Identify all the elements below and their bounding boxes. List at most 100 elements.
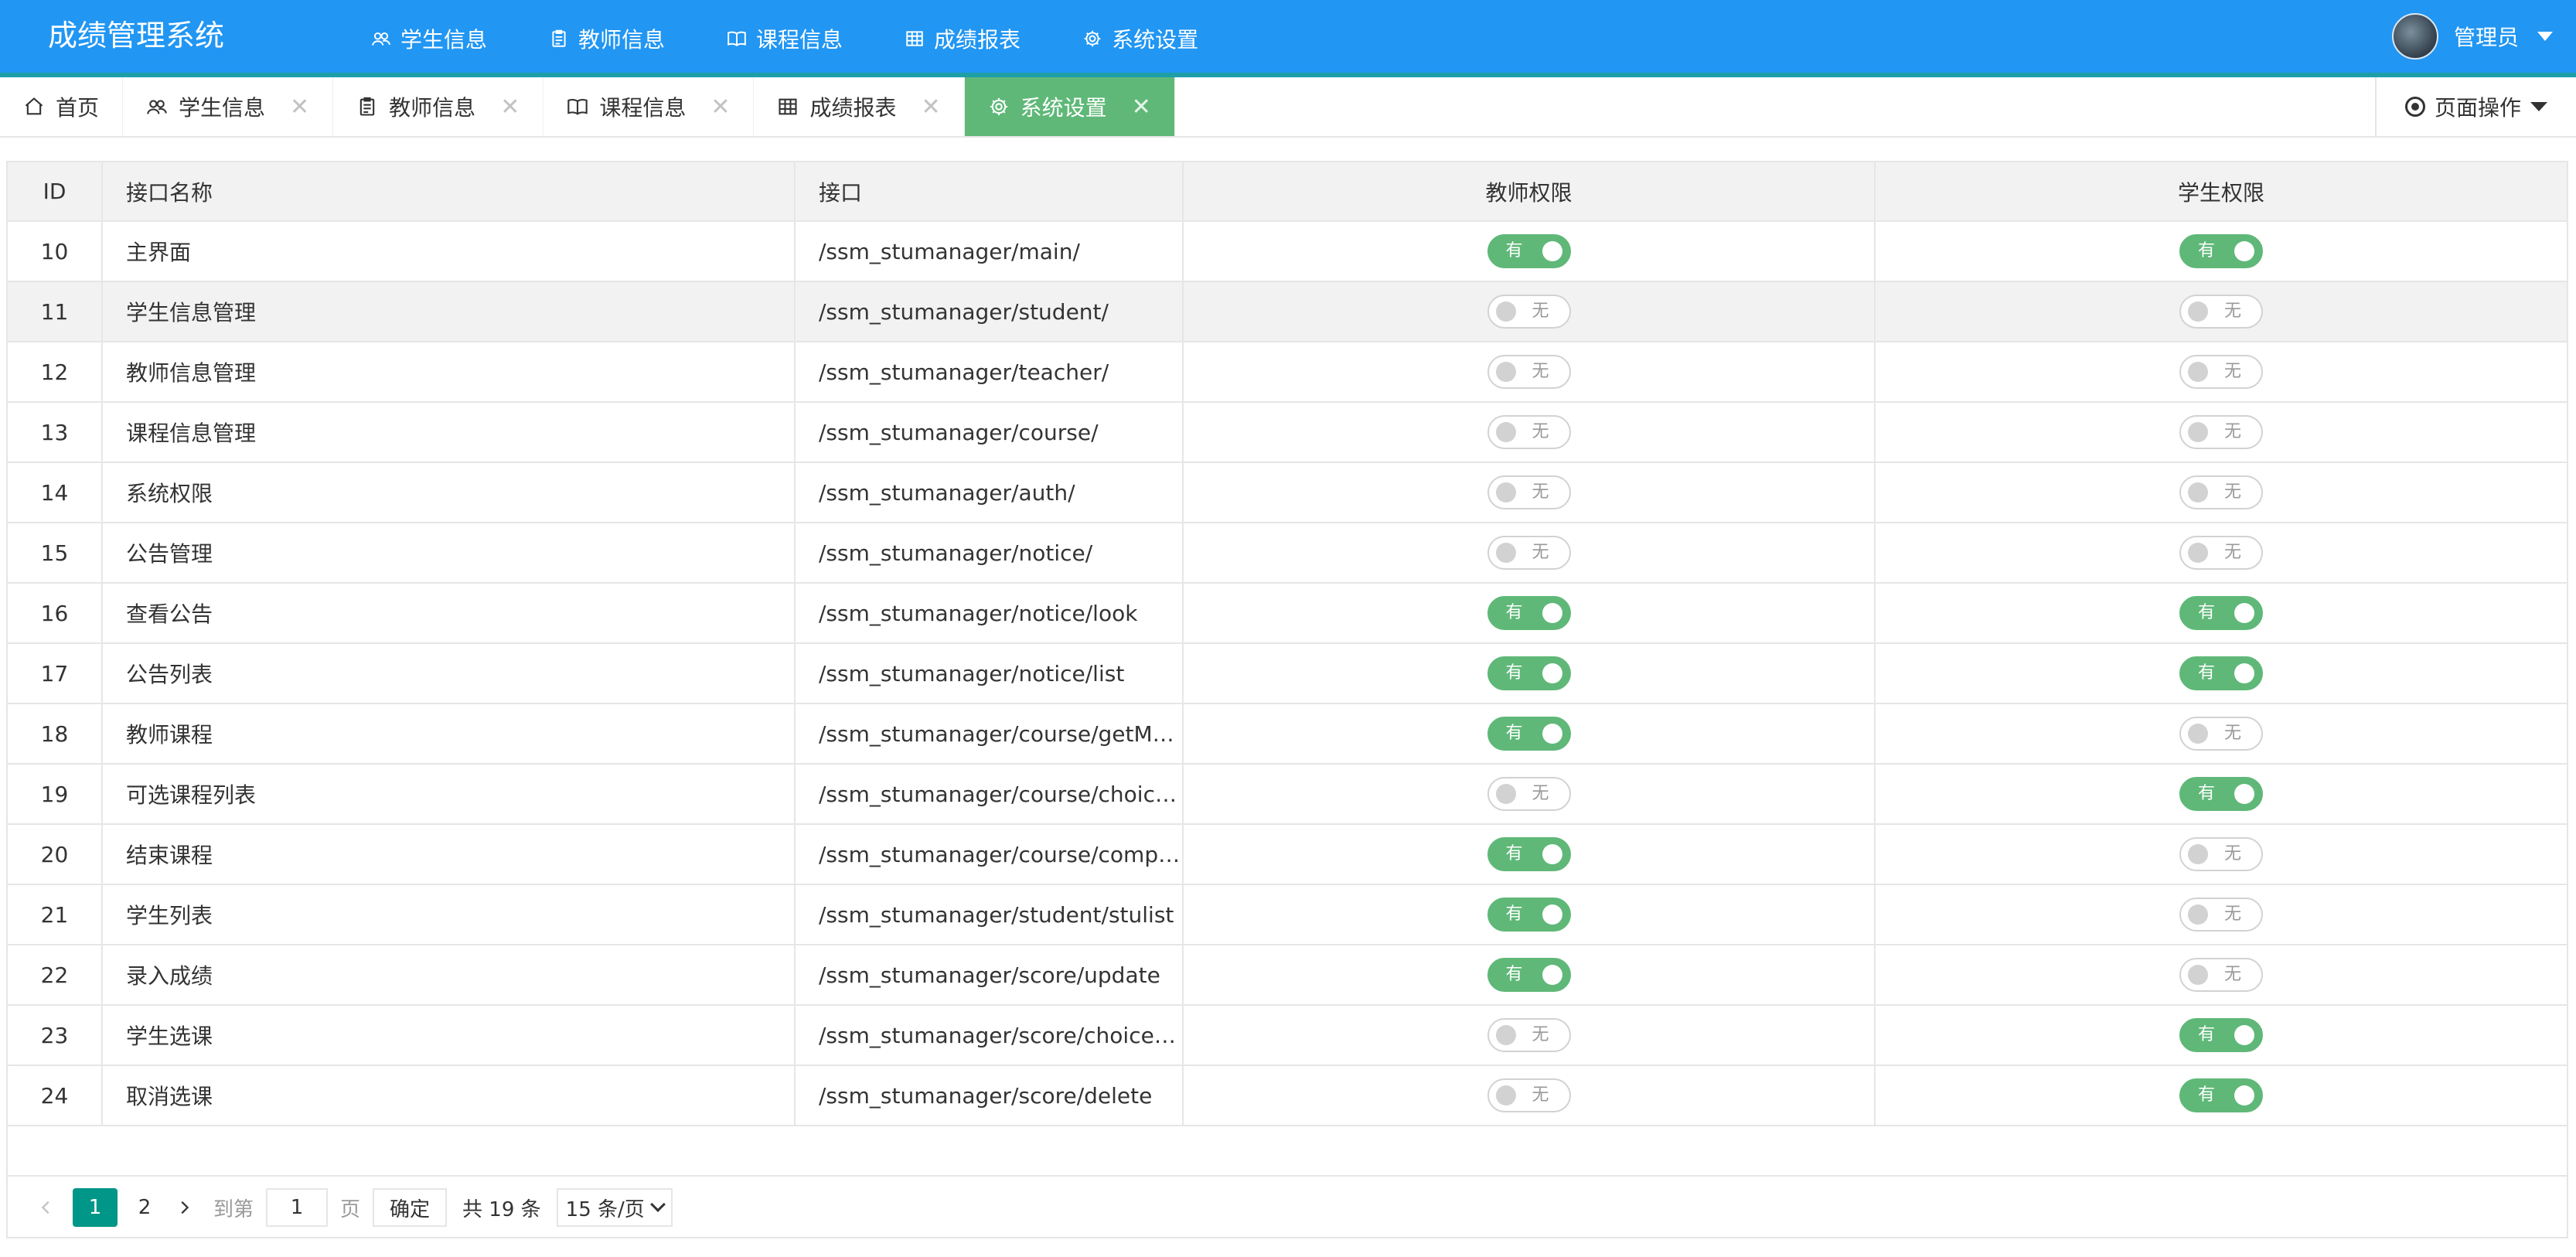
table-icon bbox=[779, 98, 798, 115]
cell-name: 学生选课 bbox=[102, 1005, 796, 1066]
tab-label: 学生信息 bbox=[179, 95, 266, 121]
student-permission-toggle[interactable]: 有 bbox=[2179, 1018, 2263, 1052]
student-permission-toggle[interactable]: 有 bbox=[2179, 596, 2263, 630]
page-size-select[interactable]: 15 条/页 bbox=[556, 1188, 673, 1227]
cell-api: /ssm_stumanager/auth/ bbox=[795, 462, 1184, 523]
teacher-permission-toggle[interactable]: 有 bbox=[1487, 898, 1571, 932]
cell-teacher-permission: 无 bbox=[1183, 281, 1876, 342]
toggle-knob bbox=[2188, 844, 2208, 864]
teacher-permission-toggle[interactable]: 有 bbox=[1487, 717, 1571, 751]
user-menu[interactable]: 管理员 bbox=[2391, 11, 2553, 62]
student-permission-toggle[interactable]: 有 bbox=[2179, 234, 2263, 268]
cell-name: 结束课程 bbox=[102, 824, 796, 885]
student-permission-toggle[interactable]: 无 bbox=[2179, 295, 2263, 329]
teacher-permission-toggle[interactable]: 无 bbox=[1487, 355, 1571, 389]
toggle-label: 无 bbox=[2223, 844, 2241, 864]
teacher-permission-toggle[interactable]: 无 bbox=[1487, 777, 1571, 811]
student-permission-toggle[interactable]: 无 bbox=[2179, 355, 2263, 389]
toggle-label: 有 bbox=[2198, 784, 2216, 803]
tab-label: 教师信息 bbox=[389, 95, 476, 121]
toggle-knob bbox=[2234, 1025, 2254, 1045]
cell-id: 13 bbox=[8, 402, 103, 463]
cell-student-permission: 有 bbox=[1875, 1065, 2567, 1126]
page-button-1[interactable]: 1 bbox=[73, 1188, 118, 1227]
tab-list: 首页 学生信息 ✕ 教师信息 ✕ 课程信息 ✕ 成绩报表 ✕ 系统设置 ✕ bbox=[0, 77, 1175, 136]
close-icon[interactable]: ✕ bbox=[500, 94, 520, 121]
teacher-permission-toggle[interactable]: 无 bbox=[1487, 475, 1571, 509]
cell-teacher-permission: 无 bbox=[1183, 1005, 1876, 1066]
tab-system-settings[interactable]: 系统设置 ✕ bbox=[964, 77, 1175, 136]
cell-api: /ssm_stumanager/notice/ bbox=[795, 523, 1184, 584]
goto-page-input[interactable] bbox=[266, 1188, 329, 1227]
teacher-permission-toggle[interactable]: 有 bbox=[1487, 596, 1571, 630]
teacher-permission-toggle[interactable]: 无 bbox=[1487, 536, 1571, 570]
prev-page-button[interactable] bbox=[29, 1189, 63, 1226]
toggle-knob bbox=[1495, 301, 1516, 322]
toggle-knob bbox=[2188, 482, 2208, 502]
tabs-bar: 首页 学生信息 ✕ 教师信息 ✕ 课程信息 ✕ 成绩报表 ✕ 系统设置 ✕ 页面… bbox=[0, 77, 2576, 138]
student-permission-toggle[interactable]: 无 bbox=[2179, 898, 2263, 932]
tab-student-info[interactable]: 学生信息 ✕ bbox=[123, 77, 334, 136]
toggle-knob bbox=[1542, 904, 1562, 925]
student-permission-toggle[interactable]: 无 bbox=[2179, 837, 2263, 871]
student-permission-toggle[interactable]: 无 bbox=[2179, 717, 2263, 751]
nav-item-score-report[interactable]: 成绩报表 bbox=[874, 0, 1051, 77]
teacher-permission-toggle[interactable]: 无 bbox=[1487, 1018, 1571, 1052]
chevron-left-icon bbox=[41, 1201, 49, 1214]
toggle-label: 无 bbox=[1532, 1085, 1549, 1105]
cell-student-permission: 有 bbox=[1875, 643, 2567, 704]
nav-item-teacher-info[interactable]: 教师信息 bbox=[518, 0, 696, 77]
table-row: 13 课程信息管理/ssm_stumanager/course/无 无 bbox=[8, 402, 2567, 463]
close-icon[interactable]: ✕ bbox=[710, 94, 730, 121]
teacher-permission-toggle[interactable]: 有 bbox=[1487, 958, 1571, 992]
toggle-label: 有 bbox=[1505, 844, 1523, 864]
table-row: 22 录入成绩/ssm_stumanager/score/update 有 无 bbox=[8, 945, 2567, 1006]
page-operations-dropdown[interactable]: 页面操作 bbox=[2375, 77, 2576, 136]
teacher-permission-toggle[interactable]: 有 bbox=[1487, 656, 1571, 690]
caret-down-icon bbox=[2530, 102, 2547, 111]
nav-item-system-settings[interactable]: 系统设置 bbox=[1051, 0, 1230, 77]
toggle-knob bbox=[2188, 965, 2208, 985]
close-icon[interactable]: ✕ bbox=[922, 94, 941, 121]
student-permission-toggle[interactable]: 有 bbox=[2179, 777, 2263, 811]
table-row: 14 系统权限/ssm_stumanager/auth/无 无 bbox=[8, 462, 2567, 523]
teacher-permission-toggle[interactable]: 有 bbox=[1487, 234, 1571, 268]
tab-label: 课程信息 bbox=[599, 95, 687, 121]
column-header-name: 接口名称 bbox=[102, 162, 796, 222]
tab-course-info[interactable]: 课程信息 ✕ bbox=[543, 77, 755, 136]
cell-id: 21 bbox=[8, 884, 103, 945]
student-permission-toggle[interactable]: 有 bbox=[2179, 1078, 2263, 1112]
toggle-label: 有 bbox=[1505, 663, 1523, 683]
avatar[interactable] bbox=[2391, 13, 2438, 60]
teacher-permission-toggle[interactable]: 无 bbox=[1487, 295, 1571, 329]
next-page-button[interactable] bbox=[167, 1189, 201, 1226]
cell-api: /ssm_stumanager/score/choice… bbox=[795, 1005, 1184, 1066]
teacher-permission-toggle[interactable]: 有 bbox=[1487, 837, 1571, 871]
cell-student-permission: 有 bbox=[1875, 221, 2567, 282]
teacher-permission-toggle[interactable]: 无 bbox=[1487, 1078, 1571, 1112]
close-icon[interactable]: ✕ bbox=[1132, 94, 1151, 121]
toggle-knob bbox=[2234, 784, 2254, 804]
student-permission-toggle[interactable]: 有 bbox=[2179, 656, 2263, 690]
cell-api: /ssm_stumanager/notice/look bbox=[795, 583, 1184, 644]
toggle-label: 无 bbox=[2223, 965, 2241, 984]
student-permission-toggle[interactable]: 无 bbox=[2179, 958, 2263, 992]
tab-score-report[interactable]: 成绩报表 ✕ bbox=[754, 77, 965, 136]
page-button-2[interactable]: 2 bbox=[122, 1188, 167, 1227]
cell-id: 16 bbox=[8, 583, 103, 644]
toggle-knob bbox=[2234, 603, 2254, 623]
cell-api: /ssm_stumanager/main/ bbox=[795, 221, 1184, 282]
nav-item-course-info[interactable]: 课程信息 bbox=[696, 0, 874, 77]
close-icon[interactable]: ✕ bbox=[290, 94, 309, 121]
column-header-id: ID bbox=[8, 162, 103, 222]
nav-item-student-info[interactable]: 学生信息 bbox=[340, 0, 518, 77]
pagination: 1 2 到第 页 确定 共 19 条 15 条/页 bbox=[6, 1175, 2568, 1238]
tab-teacher-info[interactable]: 教师信息 ✕ bbox=[333, 77, 544, 136]
student-permission-toggle[interactable]: 无 bbox=[2179, 536, 2263, 570]
tab-home[interactable]: 首页 bbox=[0, 77, 124, 136]
student-permission-toggle[interactable]: 无 bbox=[2179, 475, 2263, 509]
goto-confirm-button[interactable]: 确定 bbox=[373, 1188, 448, 1227]
teacher-permission-toggle[interactable]: 无 bbox=[1487, 415, 1571, 449]
cell-api: /ssm_stumanager/student/stulist bbox=[795, 884, 1184, 945]
student-permission-toggle[interactable]: 无 bbox=[2179, 415, 2263, 449]
